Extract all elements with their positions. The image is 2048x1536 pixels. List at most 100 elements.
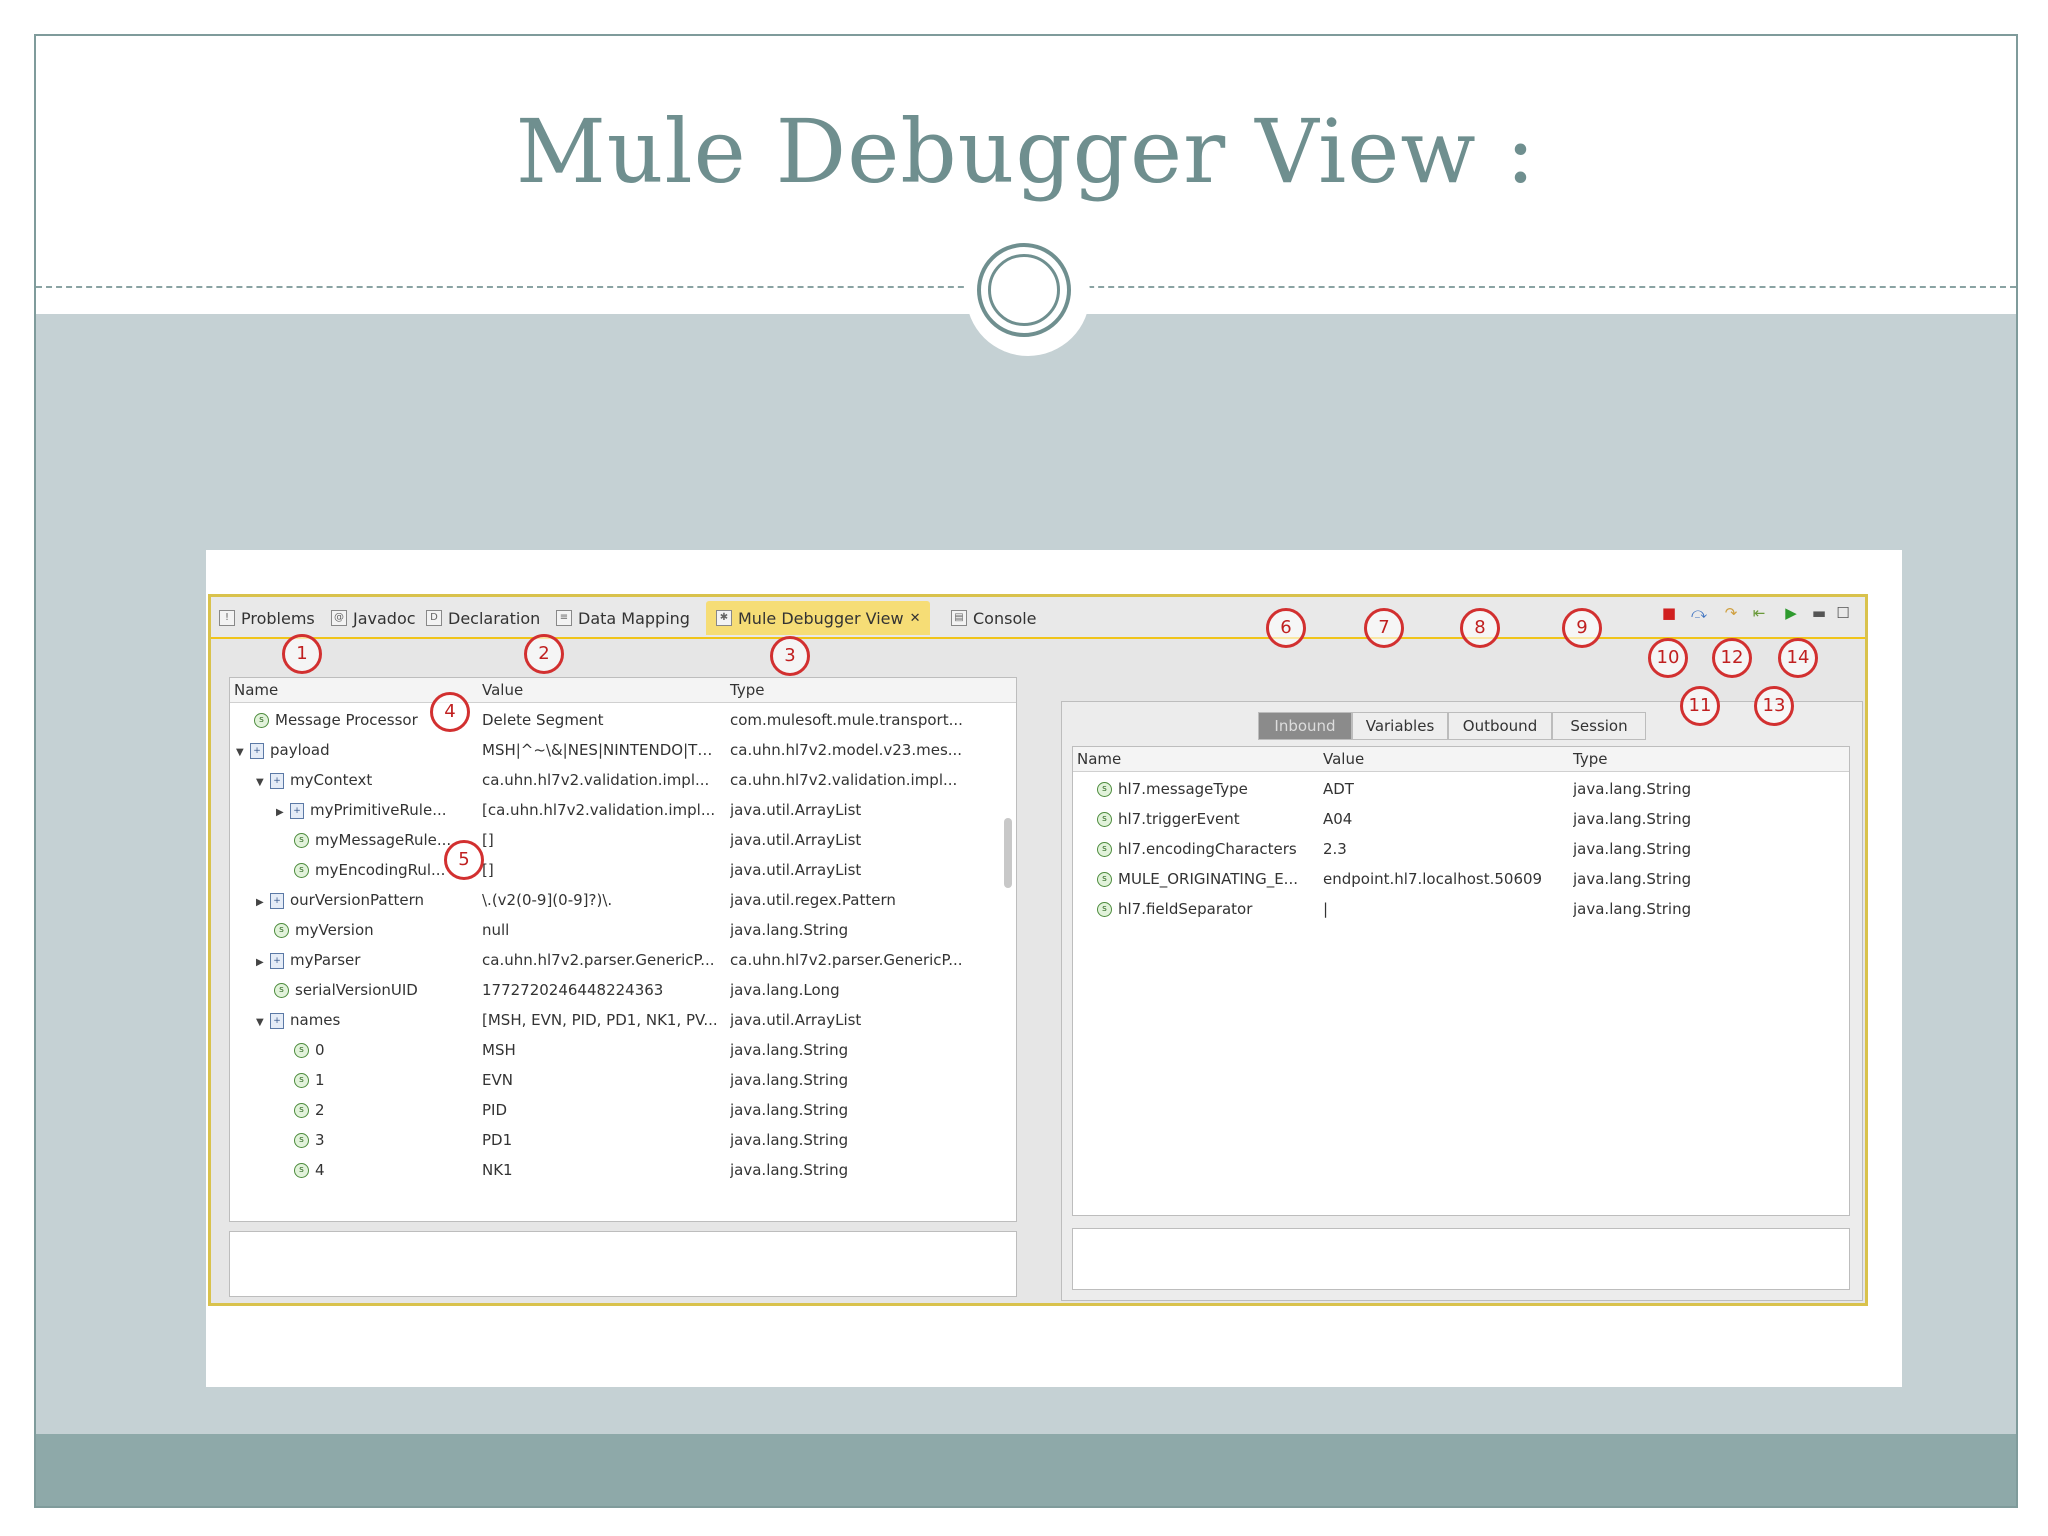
left-table-header: Name Value Type xyxy=(230,678,1016,703)
row-type: ca.uhn.hl7v2.model.v23.mes... xyxy=(730,741,963,759)
value-icon: s xyxy=(1097,902,1112,917)
table-row[interactable]: s myEncodingRul... [] java.util.ArrayList xyxy=(230,856,1016,886)
table-row[interactable]: s Message Processor Delete Segment com.mule… xyxy=(230,706,1016,736)
tab-label: Console xyxy=(973,608,1037,628)
expand-toggle-icon[interactable]: ▼ xyxy=(256,1017,266,1028)
expand-toggle-icon[interactable]: ▼ xyxy=(236,747,246,758)
column-header-type[interactable]: Type xyxy=(730,681,764,699)
table-row[interactable]: ▶ + myParser ca.uhn.hl7v2.parser.GenericP..… xyxy=(230,946,1016,976)
row-type: java.util.ArrayList xyxy=(730,1011,862,1029)
table-row[interactable]: ▼ + names [MSH, EVN, PID, PD1, NK1, PV... ja… xyxy=(230,1006,1016,1036)
row-name: s3 xyxy=(294,1131,472,1149)
value-icon: s xyxy=(274,923,289,938)
row-name: s serialVersionUID xyxy=(274,981,472,999)
value-icon: s xyxy=(274,983,289,998)
value-icon: s xyxy=(254,713,269,728)
row-name-text: hl7.fieldSeparator xyxy=(1118,900,1253,918)
stop-icon[interactable]: ■ xyxy=(1661,605,1677,621)
table-row[interactable]: ▶ + myPrimitiveRule... [ca.uhn.hl7v2.valida… xyxy=(230,796,1016,826)
expand-toggle-icon[interactable]: ▶ xyxy=(256,897,266,908)
callout-4: 4 xyxy=(430,692,470,732)
table-row[interactable]: ▼ + payload MSH|^~\&|NES|NINTENDO|TE... ca.u… xyxy=(230,736,1016,766)
slide-title: Mule Debugger View : xyxy=(515,100,1537,203)
tab-label: Javadoc xyxy=(353,608,416,628)
row-type: java.lang.String xyxy=(1573,810,1692,828)
callout-6: 6 xyxy=(1266,608,1306,648)
table-row[interactable]: s 2 PID java.lang.String xyxy=(230,1096,1016,1126)
row-value: [] xyxy=(482,831,494,849)
row-type: java.lang.String xyxy=(1573,840,1692,858)
row-name-text: payload xyxy=(270,741,330,759)
column-header-name[interactable]: Name xyxy=(234,681,278,699)
maximize-icon[interactable]: ☐ xyxy=(1835,605,1851,621)
resume-icon[interactable]: ▶ xyxy=(1783,605,1799,621)
callout-3: 3 xyxy=(770,636,810,676)
tab-mule-debugger-view[interactable]: ✱ Mule Debugger View ✕ xyxy=(706,601,931,635)
column-header-type[interactable]: Type xyxy=(1573,750,1607,768)
footer-bar xyxy=(36,1434,2016,1506)
tab-problems[interactable]: ! Problems xyxy=(219,603,315,633)
tab-outbound[interactable]: Outbound xyxy=(1448,712,1552,740)
row-name: s MULE_ORIGINATING_E... xyxy=(1097,870,1317,888)
left-detail-pane[interactable] xyxy=(229,1231,1017,1297)
step-into-icon[interactable]: ↷ xyxy=(1723,605,1739,621)
table-row[interactable]: s 4 NK1 java.lang.String xyxy=(230,1156,1016,1186)
table-row[interactable]: ▶ + ourVersionPattern \.(v2(0-9](0-9]?)\. ja… xyxy=(230,886,1016,916)
value-icon: s xyxy=(1097,812,1112,827)
object-icon: + xyxy=(270,772,284,789)
tab-data-mapping[interactable]: ≡ Data Mapping xyxy=(556,603,690,633)
row-value: [ca.uhn.hl7v2.validation.impl... xyxy=(482,801,716,819)
tab-console[interactable]: ▤ Console xyxy=(951,603,1037,633)
row-name-text: myVersion xyxy=(295,921,374,939)
column-header-value[interactable]: Value xyxy=(1323,750,1364,768)
step-over-icon[interactable]: ⤼ xyxy=(1691,605,1707,621)
table-row[interactable]: s myMessageRule... [] java.util.ArrayList xyxy=(230,826,1016,856)
tab-inbound[interactable]: Inbound xyxy=(1258,712,1352,740)
value-icon: s xyxy=(294,1163,309,1178)
row-name-text: 0 xyxy=(315,1041,325,1059)
row-value: EVN xyxy=(482,1071,513,1089)
value-icon: s xyxy=(1097,872,1112,887)
row-type: java.lang.String xyxy=(1573,780,1692,798)
tab-declaration[interactable]: D Declaration xyxy=(426,603,540,633)
tab-session[interactable]: Session xyxy=(1552,712,1646,740)
column-header-name[interactable]: Name xyxy=(1077,750,1121,768)
table-row[interactable]: s hl7.encodingCharacters 2.3 java.lang.Stri… xyxy=(1073,835,1849,865)
row-value: 1772720246448224363 xyxy=(482,981,664,999)
callout-9: 9 xyxy=(1562,608,1602,648)
table-row[interactable]: s myVersion null java.lang.String xyxy=(230,916,1016,946)
expand-toggle-icon[interactable]: ▶ xyxy=(276,807,286,818)
row-value: 2.3 xyxy=(1323,840,1347,858)
row-name-text: 3 xyxy=(315,1131,325,1149)
tab-javadoc[interactable]: @ Javadoc xyxy=(331,603,416,633)
row-name: ▼ + names xyxy=(256,1011,472,1029)
close-icon[interactable]: ✕ xyxy=(910,611,921,626)
table-row[interactable]: s MULE_ORIGINATING_E... endpoint.hl7.local… xyxy=(1073,865,1849,895)
right-detail-pane[interactable] xyxy=(1072,1228,1850,1290)
column-header-value[interactable]: Value xyxy=(482,681,523,699)
expand-toggle-icon[interactable]: ▶ xyxy=(256,957,266,968)
tab-label: Mule Debugger View xyxy=(738,608,904,628)
table-row[interactable]: s hl7.messageType ADT java.lang.String xyxy=(1073,775,1849,805)
row-name-text: myParser xyxy=(290,951,361,969)
step-return-icon[interactable]: ⇤ xyxy=(1751,605,1767,621)
row-name: s myVersion xyxy=(274,921,472,939)
row-type: java.util.regex.Pattern xyxy=(730,891,896,909)
table-row[interactable]: ▼ + myContext ca.uhn.hl7v2.validation.impl.… xyxy=(230,766,1016,796)
table-row[interactable]: s 1 EVN java.lang.String xyxy=(230,1066,1016,1096)
table-row[interactable]: s hl7.triggerEvent A04 java.lang.String xyxy=(1073,805,1849,835)
row-type: java.lang.String xyxy=(730,921,849,939)
table-row[interactable]: s 0 MSH java.lang.String xyxy=(230,1036,1016,1066)
callout-5: 5 xyxy=(444,840,484,880)
table-row[interactable]: s 3 PD1 java.lang.String xyxy=(230,1126,1016,1156)
row-type: java.util.ArrayList xyxy=(730,831,862,849)
value-icon: s xyxy=(294,1043,309,1058)
row-name-text: 4 xyxy=(315,1161,325,1179)
tab-variables[interactable]: Variables xyxy=(1352,712,1448,740)
minimize-icon[interactable]: ▬ xyxy=(1811,605,1827,621)
table-row[interactable]: s serialVersionUID 1772720246448224363 java… xyxy=(230,976,1016,1006)
row-value: \.(v2(0-9](0-9]?)\. xyxy=(482,891,613,909)
table-row[interactable]: s hl7.fieldSeparator | java.lang.String xyxy=(1073,895,1849,925)
expand-toggle-icon[interactable]: ▼ xyxy=(256,777,266,788)
right-table-header: Name Value Type xyxy=(1073,747,1849,772)
